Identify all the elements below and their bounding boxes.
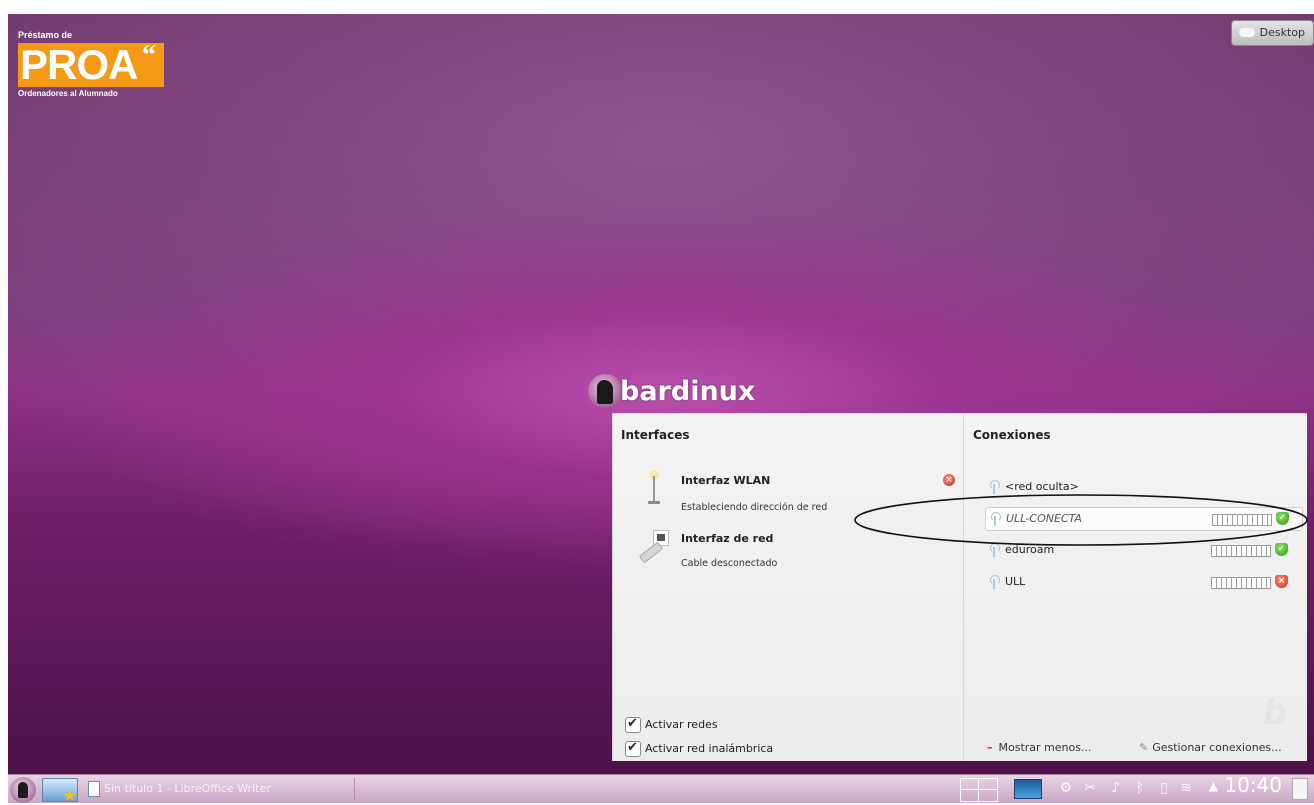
- star-icon: ★: [62, 786, 77, 805]
- desktop-pager-icon[interactable]: ★: [42, 778, 78, 805]
- proa-logo-top-text: Préstamo de: [18, 30, 73, 40]
- activar-redes-label: Activar redes: [645, 718, 718, 731]
- wifi-icon: [989, 575, 1000, 589]
- connection-item-eduroam[interactable]: eduroam ✓: [985, 539, 1301, 561]
- network-cable-icon: [637, 530, 671, 566]
- interface-wlan[interactable]: Interfaz WLAN Estableciendo dirección de…: [627, 462, 955, 513]
- desktop-toolbox-button[interactable]: Desktop: [1230, 20, 1314, 46]
- volume-icon[interactable]: ♪: [1111, 780, 1120, 796]
- taskbar: ★ Sin título 1 - LibreOffice Writer ⚙ ✂ …: [8, 773, 1314, 805]
- manage-connections-label: Gestionar conexiones...: [1152, 741, 1282, 754]
- connection-item-ull-conecta[interactable]: ULL-CONECTA ✓: [985, 507, 1303, 531]
- security-ok-shield-icon: ✓: [1276, 512, 1289, 525]
- connection-name: eduroam: [1005, 543, 1055, 556]
- interface-ethernet-status: Cable desconectado: [681, 558, 778, 569]
- connection-item-hidden[interactable]: <red oculta>: [985, 476, 1301, 498]
- clipboard-icon[interactable]: ✂: [1084, 780, 1096, 796]
- connection-item-ull[interactable]: ULL ×: [985, 571, 1301, 593]
- show-desktop-icon[interactable]: [1014, 779, 1042, 799]
- interface-wlan-status: Estableciendo dirección de red: [681, 502, 828, 513]
- taskbar-task-writer[interactable]: Sin título 1 - LibreOffice Writer: [86, 778, 355, 800]
- signal-strength-meter: [1211, 577, 1271, 589]
- interface-ethernet[interactable]: Interfaz de red Cable desconectado: [627, 524, 947, 570]
- wifi-icon: [990, 512, 1001, 526]
- network-manager-panel: Interfaces Interfaz WLAN Estableciendo d…: [612, 413, 1307, 761]
- wifi-icon: [989, 543, 1000, 557]
- wrench-icon: ✎: [1139, 741, 1149, 754]
- settings-icon[interactable]: ⚙: [1059, 780, 1072, 796]
- chess-knight-icon: [597, 380, 613, 404]
- connections-heading: Conexiones: [973, 428, 1051, 442]
- proa-logo-subtitle: Ordenadores al Alumnado: [18, 89, 118, 98]
- minus-icon: –: [987, 741, 993, 754]
- disconnect-wlan-icon[interactable]: ×: [943, 474, 955, 486]
- security-ok-shield-icon: ✓: [1275, 543, 1288, 556]
- expand-tray-icon[interactable]: ▲: [1209, 779, 1218, 793]
- interface-ethernet-name: Interfaz de red: [681, 532, 774, 545]
- signal-strength-meter: [1212, 514, 1272, 526]
- wireless-antenna-icon: [647, 470, 661, 504]
- document-icon: [88, 781, 100, 797]
- activar-redes-checkbox[interactable]: ✔: [625, 716, 641, 733]
- security-warning-shield-icon: ×: [1275, 575, 1288, 588]
- panel-watermark: b: [1262, 693, 1287, 733]
- proa-logo-letters: PROA: [20, 41, 138, 88]
- wifi-tray-icon[interactable]: ≋: [1180, 780, 1192, 796]
- wifi-icon: [989, 480, 1000, 494]
- battery-icon[interactable]: ▯: [1160, 780, 1168, 796]
- connection-name: <red oculta>: [1005, 480, 1079, 493]
- interfaces-heading: Interfaces: [621, 428, 690, 442]
- manage-connections-link[interactable]: ✎ Gestionar conexiones...: [1139, 741, 1282, 754]
- virtual-desktops-icon[interactable]: [960, 778, 998, 802]
- bardinux-wordmark: bardinux: [620, 376, 756, 407]
- connection-name: ULL: [1005, 575, 1026, 588]
- cloud-icon: [1238, 28, 1255, 37]
- desktop-toolbox-label: Desktop: [1259, 26, 1305, 39]
- application-launcher-icon[interactable]: [10, 777, 36, 803]
- proa-logo-mark: PROA “: [18, 40, 164, 88]
- task-title: Sin título 1 - LibreOffice Writer: [104, 782, 271, 795]
- system-tray: ⚙ ✂ ♪ ᛒ ▯ ≋ ▲ 10:40: [938, 773, 1310, 802]
- activar-red-inalambrica-checkbox[interactable]: ✔: [625, 740, 641, 757]
- trash-icon[interactable]: [1292, 778, 1308, 800]
- activar-red-inalambrica-label: Activar red inalámbrica: [645, 742, 774, 755]
- proa-logo: Préstamo de PROA “ Ordenadores al Alumna…: [18, 30, 164, 98]
- interface-wlan-name: Interfaz WLAN: [681, 474, 771, 487]
- proa-logo-quote: “: [142, 40, 156, 71]
- clock[interactable]: 10:40: [1224, 773, 1282, 797]
- show-less-link[interactable]: – Mostrar menos...: [987, 741, 1091, 754]
- show-less-label: Mostrar menos...: [998, 741, 1092, 754]
- connection-name: ULL-CONECTA: [1006, 512, 1082, 525]
- bluetooth-icon[interactable]: ᛒ: [1136, 780, 1144, 796]
- signal-strength-meter: [1211, 545, 1271, 557]
- interfaces-column: Interfaces Interfaz WLAN Estableciendo d…: [613, 414, 964, 761]
